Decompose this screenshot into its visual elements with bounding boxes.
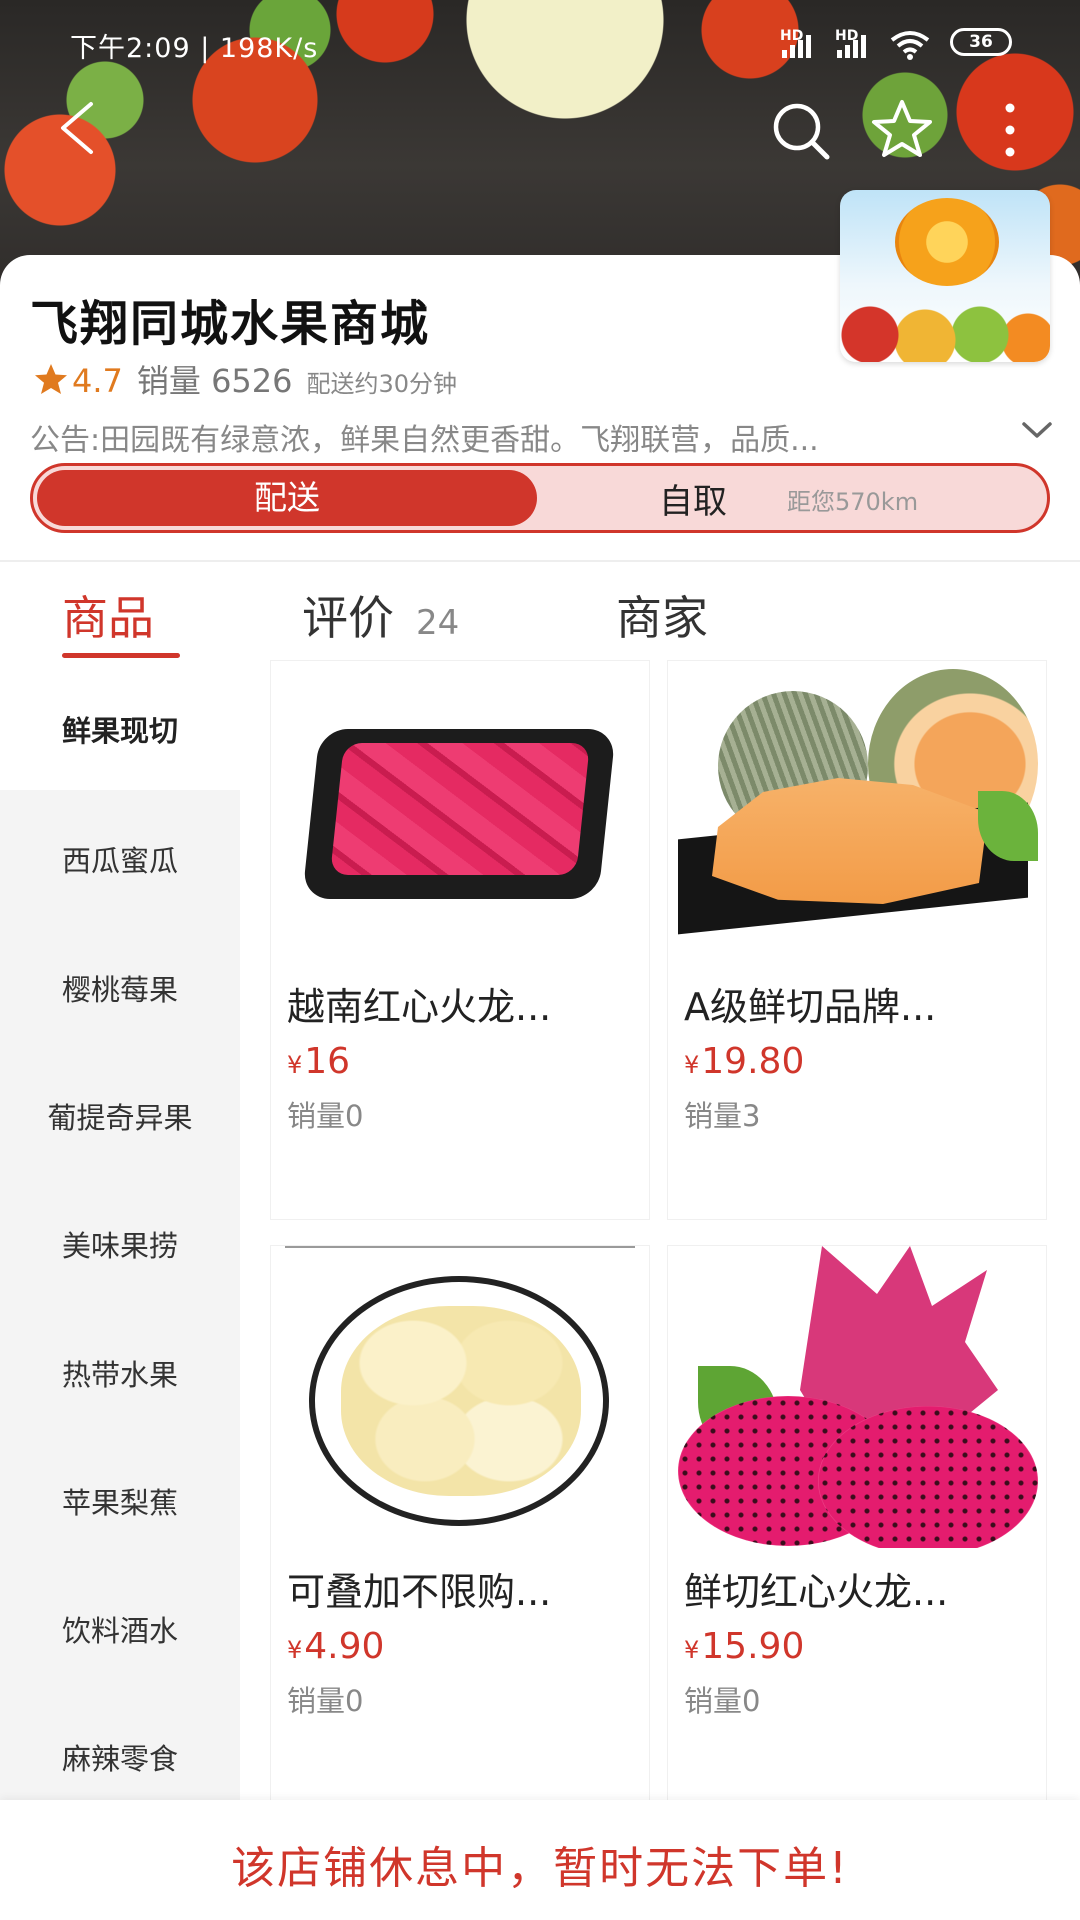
- category-item[interactable]: 樱桃莓果: [0, 967, 240, 1009]
- search-icon[interactable]: [770, 100, 832, 162]
- star-outline-icon[interactable]: [870, 97, 934, 161]
- orange-image: [895, 198, 999, 286]
- signal-icon: [782, 32, 811, 58]
- store-name: 飞翔同城水果商城: [30, 296, 431, 352]
- wifi-icon: [890, 31, 930, 60]
- product-sold-count: 销量0: [287, 1099, 364, 1133]
- tab-merchant[interactable]: 商家: [616, 582, 708, 648]
- product-card[interactable]: A级鲜切品牌... ¥19.80 销量3: [667, 660, 1047, 1220]
- product-image: [668, 1246, 1046, 1548]
- tab-reviews[interactable]: 评价 24: [302, 582, 459, 648]
- product-name: 越南红心火龙...: [287, 985, 552, 1029]
- delivery-option[interactable]: 配送: [37, 470, 537, 526]
- product-name: 可叠加不限购...: [287, 1570, 552, 1614]
- store-closed-bar: 该店铺休息中，暂时无法下单!: [0, 1800, 1080, 1920]
- tab-goods[interactable]: 商品: [62, 582, 154, 648]
- signal-icon: [837, 32, 866, 58]
- star-filled-icon: [35, 364, 67, 394]
- more-vertical-icon[interactable]: [996, 100, 1024, 160]
- product-name: 鲜切红心火龙...: [684, 1570, 949, 1614]
- category-item[interactable]: 苹果梨蕉: [0, 1480, 240, 1522]
- category-sidebar: 鲜果现切 西瓜蜜瓜 樱桃莓果 葡提奇异果 美味果捞 热带水果 苹果梨蕉 饮料酒水…: [0, 672, 240, 1800]
- store-logo: [840, 190, 1050, 362]
- category-item[interactable]: 饮料酒水: [0, 1608, 240, 1650]
- status-bar: 下午2:09 | 198K/s HD HD 36: [0, 20, 1080, 64]
- pickup-distance: 距您570km: [787, 488, 919, 516]
- product-sold-count: 销量0: [287, 1684, 364, 1718]
- category-item[interactable]: 热带水果: [0, 1352, 240, 1394]
- category-item[interactable]: 鲜果现切: [0, 672, 240, 790]
- review-count: 24: [416, 603, 460, 643]
- product-name: A级鲜切品牌...: [684, 985, 937, 1029]
- pickup-option[interactable]: 自取: [659, 474, 727, 523]
- store-rating: 4.7: [72, 362, 123, 400]
- product-card[interactable]: 鲜切红心火龙... ¥15.90 销量0: [667, 1245, 1047, 1805]
- product-image: [271, 661, 649, 963]
- product-sold-count: 销量0: [684, 1684, 761, 1718]
- tab-reviews-label: 评价: [302, 591, 394, 645]
- product-price: ¥15.90: [684, 1626, 805, 1667]
- category-item[interactable]: 麻辣零食: [0, 1736, 240, 1778]
- status-time: 下午2:09 | 198K/s: [70, 33, 319, 64]
- category-item[interactable]: 美味果捞: [0, 1223, 240, 1265]
- category-item[interactable]: 葡提奇异果: [0, 1095, 240, 1137]
- store-notice[interactable]: 公告:田园既有绿意浓，鲜果自然更香甜。飞翔联营，品质...: [30, 415, 1020, 459]
- category-item[interactable]: 西瓜蜜瓜: [0, 838, 240, 880]
- product-sold-count: 销量3: [684, 1099, 761, 1133]
- product-price: ¥16: [287, 1041, 351, 1082]
- product-price: ¥4.90: [287, 1626, 385, 1667]
- product-card[interactable]: 越南红心火龙... ¥16 销量0: [270, 660, 650, 1220]
- delivery-time: 配送约30分钟: [306, 370, 458, 398]
- section-divider: [0, 560, 1080, 562]
- fulfillment-toggle: 配送 自取 距您570km: [30, 463, 1050, 533]
- product-image: [668, 661, 1046, 963]
- product-card[interactable]: 可叠加不限购... ¥4.90 销量0: [270, 1245, 650, 1805]
- chevron-down-icon[interactable]: [1020, 418, 1054, 442]
- store-sales: 销量 6526: [136, 362, 293, 400]
- active-tab-indicator: [62, 653, 180, 658]
- battery-icon: 36: [950, 28, 1012, 56]
- product-price: ¥19.80: [684, 1041, 805, 1082]
- back-arrow-icon[interactable]: [55, 100, 99, 156]
- store-closed-message: 该店铺休息中，暂时无法下单!: [231, 1843, 849, 1894]
- store-meta: 4.7 销量 6526 配送约30分钟: [34, 356, 457, 402]
- product-image: [271, 1246, 649, 1548]
- fruits-image: [840, 290, 1050, 362]
